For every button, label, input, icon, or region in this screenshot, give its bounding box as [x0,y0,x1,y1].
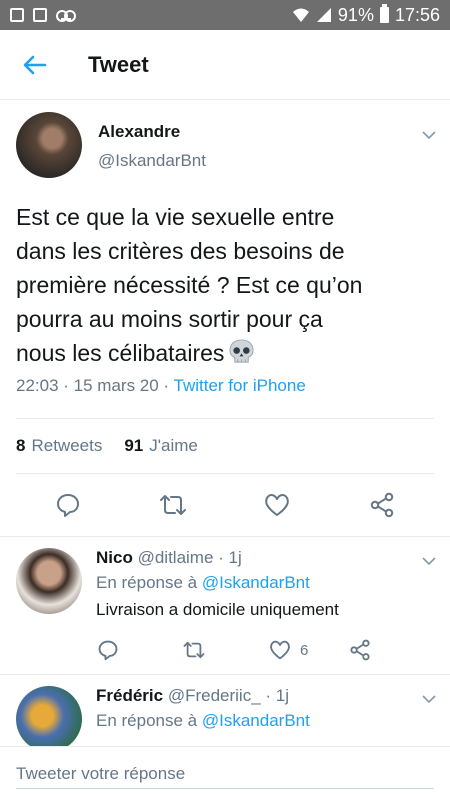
share-button[interactable] [367,490,397,520]
retweet-icon [183,641,205,659]
reply-retweet-button[interactable] [182,638,206,662]
divider [0,674,450,675]
avatar[interactable] [16,686,82,752]
tweet-time: 22:03 [16,376,59,395]
heart-icon [270,640,290,660]
chevron-down-icon[interactable] [422,554,436,568]
replying-to-mention[interactable]: @IskandarBnt [202,711,310,730]
author-handle[interactable]: @IskandarBnt [98,151,206,171]
tweet-source-link[interactable]: Twitter for iPhone [174,376,306,395]
reply-action-bar: 6 [96,638,436,662]
replying-to-label: En réponse à [96,711,198,730]
retweets-count: 8 [16,436,26,455]
replying-to-label: En réponse à [96,573,198,592]
author-name[interactable]: Alexandre [98,122,206,142]
tweet-stats: 8 Retweets 91 J'aime [16,418,434,474]
save-notification-icon [33,8,47,22]
retweets-stat[interactable]: 8 Retweets [16,436,102,456]
clock: 17:56 [394,4,440,25]
skull-emoji-icon [229,339,254,363]
share-icon [370,492,393,518]
replying-to-mention[interactable]: @IskandarBnt [202,573,310,592]
replying-to: En réponse à @IskandarBnt [96,711,436,731]
like-button[interactable] [262,490,292,520]
likes-stat[interactable]: 91 J'aime [124,436,198,456]
reply-button[interactable] [53,490,83,520]
reply-age: 1j [275,686,290,705]
reply-compose-bar [0,746,450,800]
back-arrow-icon [23,55,47,74]
retweet-button[interactable] [158,490,188,520]
reply-share-button[interactable] [348,638,372,662]
tweet-text: Est ce que la vie sexuelle entre dans le… [16,200,436,370]
page-title: Tweet [88,51,149,77]
reply-tweet[interactable]: Nico @ditlaime · 1j En réponse à @Iskand… [16,548,436,661]
reply-like-button[interactable] [268,638,292,662]
reply-like-count: 6 [300,641,309,659]
avatar[interactable] [16,112,82,178]
reply-header: Nico @ditlaime · 1j [96,548,242,567]
avatar[interactable] [16,548,82,614]
top-app-bar: Tweet [0,30,450,100]
tweet-action-bar [16,474,434,536]
tweet-date: 15 mars 20 [73,376,159,395]
replying-to: En réponse à @IskandarBnt [96,573,436,593]
battery-percent: 91% [337,4,374,25]
retweets-label: Retweets [31,436,103,455]
reply-text: Livraison a domicile uniquement [96,600,339,619]
reply-input[interactable] [16,759,434,789]
reply-author-name[interactable]: Nico [96,548,133,567]
reply-header: Frédéric @Frederiic_ · 1j [96,686,290,705]
comment-icon [57,494,80,517]
chevron-down-icon[interactable] [422,692,436,706]
back-button[interactable] [0,30,70,100]
reply-tweet[interactable]: Frédéric @Frederiic_ · 1j En réponse à @… [16,686,436,752]
reply-comment-button[interactable] [96,638,120,662]
likes-count: 91 [124,436,144,455]
chevron-down-icon[interactable] [422,128,436,142]
reply-author-handle[interactable]: @ditlaime [138,548,214,567]
tweet-text-content: Est ce que la vie sexuelle entre dans le… [16,204,363,366]
status-bar: 91% 17:56 [0,0,450,30]
main-tweet: Alexandre @IskandarBnt Est ce que la vie… [16,112,436,396]
reply-author-handle[interactable]: @Frederiic_ [168,686,261,705]
reply-age: 1j [228,548,242,567]
heart-icon [265,494,290,516]
wifi-icon [292,8,309,22]
reply-author-name[interactable]: Frédéric [96,686,163,705]
retweet-icon [159,495,186,515]
share-icon [350,639,370,661]
signal-icon [316,8,331,22]
tweet-meta: 22:03 · 15 mars 20 · Twitter for iPhone [16,376,306,395]
voicemail-icon [56,9,76,22]
comment-icon [98,640,118,661]
likes-label: J'aime [149,436,198,455]
divider [0,536,450,537]
battery-icon [379,4,389,23]
image-notification-icon [10,8,24,22]
